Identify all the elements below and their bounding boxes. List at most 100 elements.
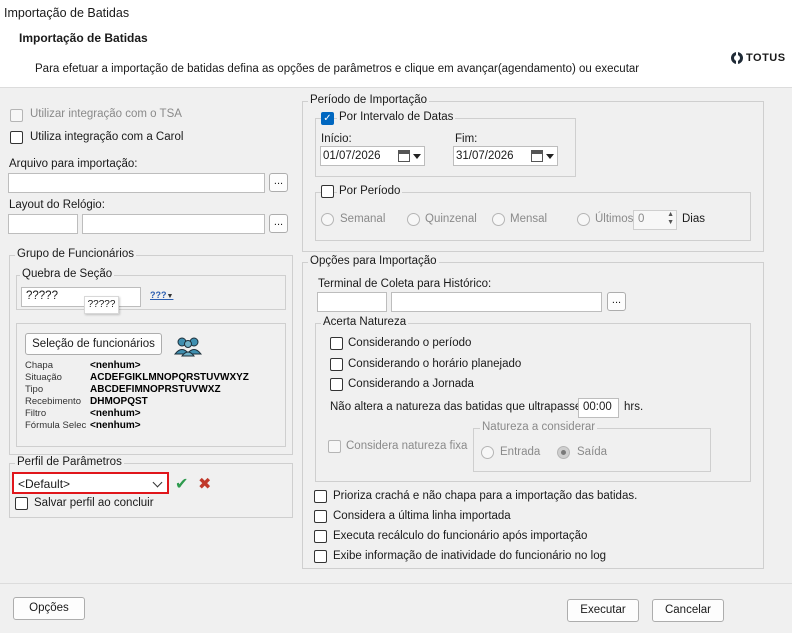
calendar-icon: [531, 150, 543, 162]
chevron-down-icon: [152, 477, 163, 488]
radio-entrada[interactable]: [481, 446, 494, 459]
cancel-x-icon[interactable]: ✖: [198, 474, 211, 494]
nature-schedule-checkbox[interactable]: [330, 358, 343, 371]
execute-button[interactable]: Executar: [567, 599, 639, 622]
radio-quinzenal[interactable]: [407, 213, 420, 226]
users-icon: [173, 337, 203, 357]
confirm-check-icon[interactable]: ✔: [175, 474, 188, 494]
radio-ultimos-label: Últimos: [595, 213, 634, 225]
employee-group-legend: Grupo de Funcionários: [15, 248, 136, 260]
last-line-label: Considera a última linha importada: [333, 510, 511, 522]
fixed-nature-checkbox[interactable]: [328, 440, 341, 453]
options-button[interactable]: Opções: [13, 597, 85, 620]
chevron-down-icon: ▼: [166, 293, 174, 300]
terminal-browse-button[interactable]: ...: [607, 292, 626, 311]
save-profile-checkbox[interactable]: [15, 497, 28, 510]
info-label-formula: Fórmula Selec: [25, 420, 87, 431]
use-carol-checkbox[interactable]: [10, 131, 23, 144]
clock-layout-code-input[interactable]: [8, 214, 78, 234]
chevron-down-icon: [546, 154, 554, 159]
start-date-picker[interactable]: 01/07/2026: [320, 146, 425, 166]
date-range-checkbox[interactable]: ✓: [321, 112, 334, 125]
start-date-label: Início:: [321, 133, 352, 145]
last-days-spinner[interactable]: 0 ▲ ▼: [633, 210, 677, 230]
nature-schedule-label: Considerando o horário planejado: [348, 358, 522, 370]
hours-unit-label: hrs.: [624, 401, 644, 413]
section-break-legend: Quebra de Seção: [20, 268, 115, 280]
info-label-tipo: Tipo: [25, 384, 44, 395]
terminal-code-input[interactable]: [317, 292, 387, 312]
recalc-checkbox[interactable]: [314, 530, 327, 543]
spinner-arrows-icon: ▲ ▼: [667, 211, 674, 226]
nature-journey-checkbox[interactable]: [330, 378, 343, 391]
info-label-filtro: Filtro: [25, 408, 47, 419]
info-value-situacao: ACDEFGIKLMNOPQRSTUVWXYZ: [90, 372, 249, 383]
start-date-value: 01/07/2026: [323, 150, 381, 162]
brand-logo: TOTUS: [731, 52, 786, 64]
prioritize-badge-checkbox[interactable]: [314, 490, 327, 503]
brand-logo-icon: [731, 52, 743, 64]
date-range-label: Por Intervalo de Datas: [337, 111, 456, 123]
period-legend: Período de Importação: [308, 94, 429, 106]
section-break-input[interactable]: ?????: [21, 287, 141, 307]
radio-mensal[interactable]: [492, 213, 505, 226]
no-change-label: Não altera a natureza das batidas que ul…: [330, 401, 591, 413]
profile-select[interactable]: <Default>: [12, 472, 169, 494]
terminal-desc-input[interactable]: [391, 292, 602, 312]
mask-button[interactable]: ???▼: [150, 290, 173, 300]
time-limit-input[interactable]: 00:00: [578, 398, 619, 418]
by-period-label: Por Período: [337, 185, 403, 197]
radio-mensal-label: Mensal: [510, 213, 548, 225]
recalc-label: Executa recálculo do funcionário após im…: [333, 530, 588, 542]
title-bar: Importação de Batidas: [0, 0, 792, 26]
info-value-recebimento: DHMOPQST: [90, 396, 148, 407]
use-tsa-checkbox[interactable]: [10, 109, 23, 122]
clock-layout-desc-input[interactable]: [82, 214, 265, 234]
end-date-label: Fim:: [455, 133, 478, 145]
end-date-picker[interactable]: 31/07/2026: [453, 146, 558, 166]
profile-select-value: <Default>: [18, 477, 71, 491]
use-tsa-label: Utilizar integração com o TSA: [30, 108, 182, 120]
radio-saida[interactable]: [557, 446, 570, 459]
import-file-label: Arquivo para importação:: [9, 158, 138, 170]
terminal-label: Terminal de Coleta para Histórico:: [318, 278, 492, 290]
fixed-nature-label: Considera natureza fixa: [346, 440, 468, 452]
footer-divider: [0, 583, 792, 584]
info-value-chapa: <nenhum>: [90, 360, 141, 371]
profile-legend: Perfil de Parâmetros: [15, 456, 124, 468]
inactivity-log-label: Exibe informação de inatividade do funci…: [333, 550, 606, 562]
radio-saida-label: Saída: [577, 446, 608, 458]
window-title: Importação de Batidas: [4, 6, 130, 20]
chevron-down-icon: [413, 154, 421, 159]
import-options-legend: Opções para Importação: [308, 255, 439, 267]
by-period-checkbox[interactable]: [321, 185, 334, 198]
section-tooltip: ?????: [84, 296, 119, 314]
days-label: Dias: [682, 213, 706, 225]
info-value-filtro: <nenhum>: [90, 408, 141, 419]
cancel-button[interactable]: Cancelar: [652, 599, 724, 622]
radio-ultimos[interactable]: [577, 213, 590, 226]
radio-entrada-label: Entrada: [500, 446, 541, 458]
use-carol-label: Utiliza integração com a Carol: [30, 131, 184, 143]
prioritize-badge-label: Prioriza crachá e não chapa para a impor…: [333, 490, 638, 502]
nature-period-label: Considerando o período: [348, 337, 472, 349]
info-value-formula: <nenhum>: [90, 420, 141, 431]
calendar-icon: [398, 150, 410, 162]
acerta-natureza-legend: Acerta Natureza: [321, 316, 409, 328]
end-date-value: 31/07/2026: [456, 150, 514, 162]
select-employees-button[interactable]: Seleção de funcionários: [25, 333, 162, 355]
nature-period-checkbox[interactable]: [330, 337, 343, 350]
radio-quinzenal-label: Quinzenal: [425, 213, 477, 225]
page-title: Importação de Batidas: [19, 31, 148, 45]
page-subtitle: Para efetuar a importação de batidas def…: [35, 63, 640, 75]
radio-semanal-label: Semanal: [340, 213, 386, 225]
import-file-browse-button[interactable]: ...: [269, 173, 288, 192]
info-label-situacao: Situação: [25, 372, 62, 383]
import-file-input[interactable]: [8, 173, 265, 193]
radio-semanal[interactable]: [321, 213, 334, 226]
clock-layout-browse-button[interactable]: ...: [269, 214, 288, 233]
last-line-checkbox[interactable]: [314, 510, 327, 523]
clock-layout-label: Layout do Relógio:: [9, 199, 105, 211]
inactivity-log-checkbox[interactable]: [314, 550, 327, 563]
info-label-chapa: Chapa: [25, 360, 53, 371]
